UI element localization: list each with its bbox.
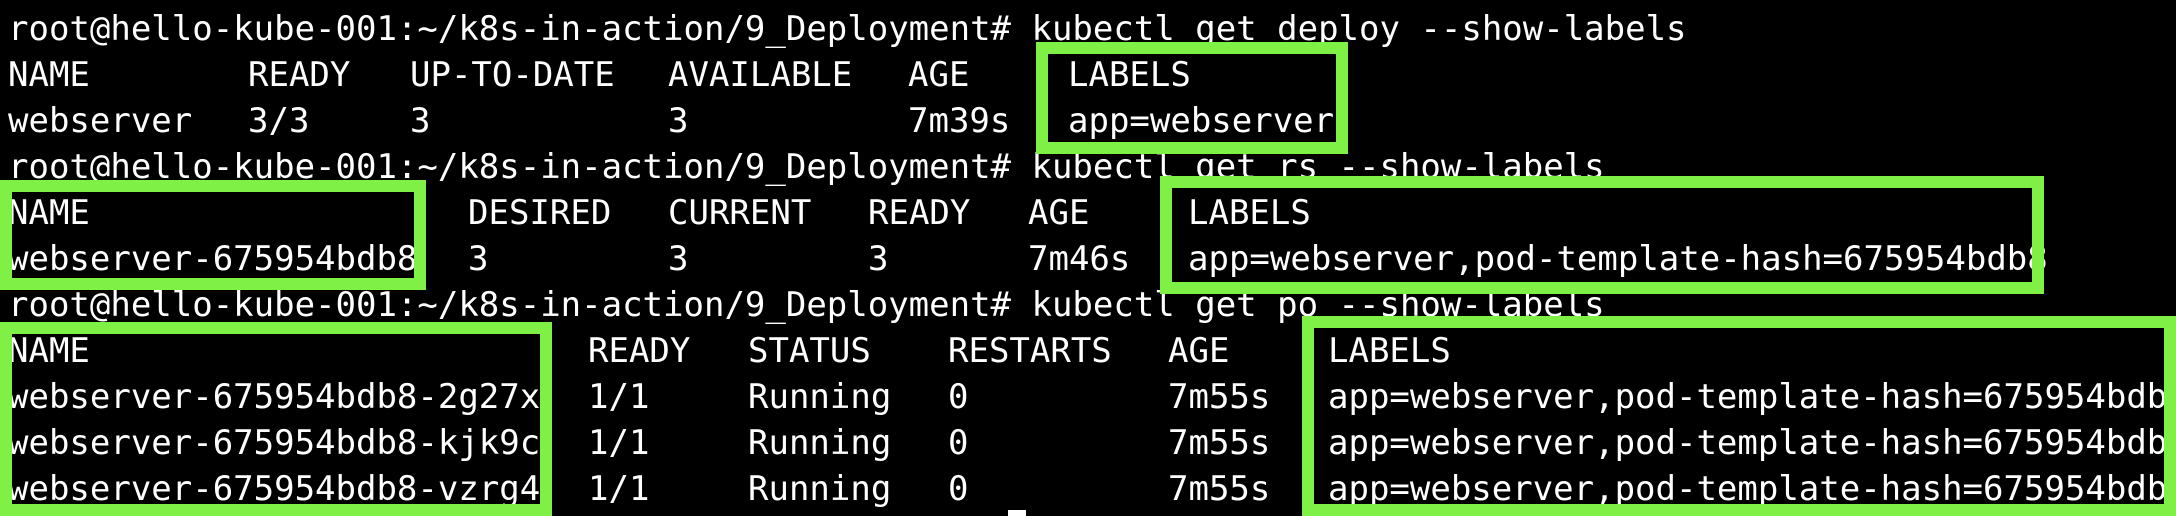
deploy-row-name: webserver xyxy=(8,101,193,141)
po-row-status: Running xyxy=(748,469,892,509)
po-row-ready: 1/1 xyxy=(588,423,650,463)
po-row-age: 7m55s xyxy=(1168,469,1271,509)
po-header-age: AGE xyxy=(1168,331,1230,371)
rs-row-desired: 3 xyxy=(468,239,489,279)
deploy-header-age: AGE xyxy=(908,55,970,95)
highlight-po-labels xyxy=(1302,316,2176,516)
po-row-restarts: 0 xyxy=(948,377,969,417)
rs-header-current: CURRENT xyxy=(668,193,812,233)
deploy-header-name: NAME xyxy=(8,55,90,95)
rs-row-current: 3 xyxy=(668,239,689,279)
highlight-deploy-labels xyxy=(1036,42,1348,154)
po-row-ready: 1/1 xyxy=(588,469,650,509)
highlight-rs-name xyxy=(0,180,426,290)
po-row-status: Running xyxy=(748,423,892,463)
highlight-rs-labels xyxy=(1160,176,2044,294)
po-row-ready: 1/1 xyxy=(588,377,650,417)
po-row-restarts: 0 xyxy=(948,469,969,509)
po-header-status: STATUS xyxy=(748,331,871,371)
deploy-row-uptodate: 3 xyxy=(410,101,431,141)
po-row-restarts: 0 xyxy=(948,423,969,463)
rs-header-age: AGE xyxy=(1028,193,1090,233)
po-row-age: 7m55s xyxy=(1168,377,1271,417)
rs-row-ready: 3 xyxy=(868,239,889,279)
po-header-restarts: RESTARTS xyxy=(948,331,1112,371)
po-row-status: Running xyxy=(748,377,892,417)
highlight-po-names xyxy=(0,322,552,516)
deploy-header-available: AVAILABLE xyxy=(668,55,853,95)
deploy-header-ready: READY xyxy=(248,55,351,95)
deploy-row-ready: 3/3 xyxy=(248,101,310,141)
deploy-header-uptodate: UP-TO-DATE xyxy=(410,55,615,95)
po-row-age: 7m55s xyxy=(1168,423,1271,463)
deploy-row-available: 3 xyxy=(668,101,689,141)
rs-header-ready: READY xyxy=(868,193,971,233)
prompt-command-deploy: root@hello-kube-001:~/k8s-in-action/9_De… xyxy=(8,9,1687,49)
terminal-cursor xyxy=(1008,510,1026,516)
deploy-row-age: 7m39s xyxy=(908,101,1011,141)
po-header-ready: READY xyxy=(588,331,691,371)
terminal-window[interactable]: root@hello-kube-001:~/k8s-in-action/9_De… xyxy=(0,0,2176,516)
rs-header-desired: DESIRED xyxy=(468,193,612,233)
rs-row-age: 7m46s xyxy=(1028,239,1131,279)
